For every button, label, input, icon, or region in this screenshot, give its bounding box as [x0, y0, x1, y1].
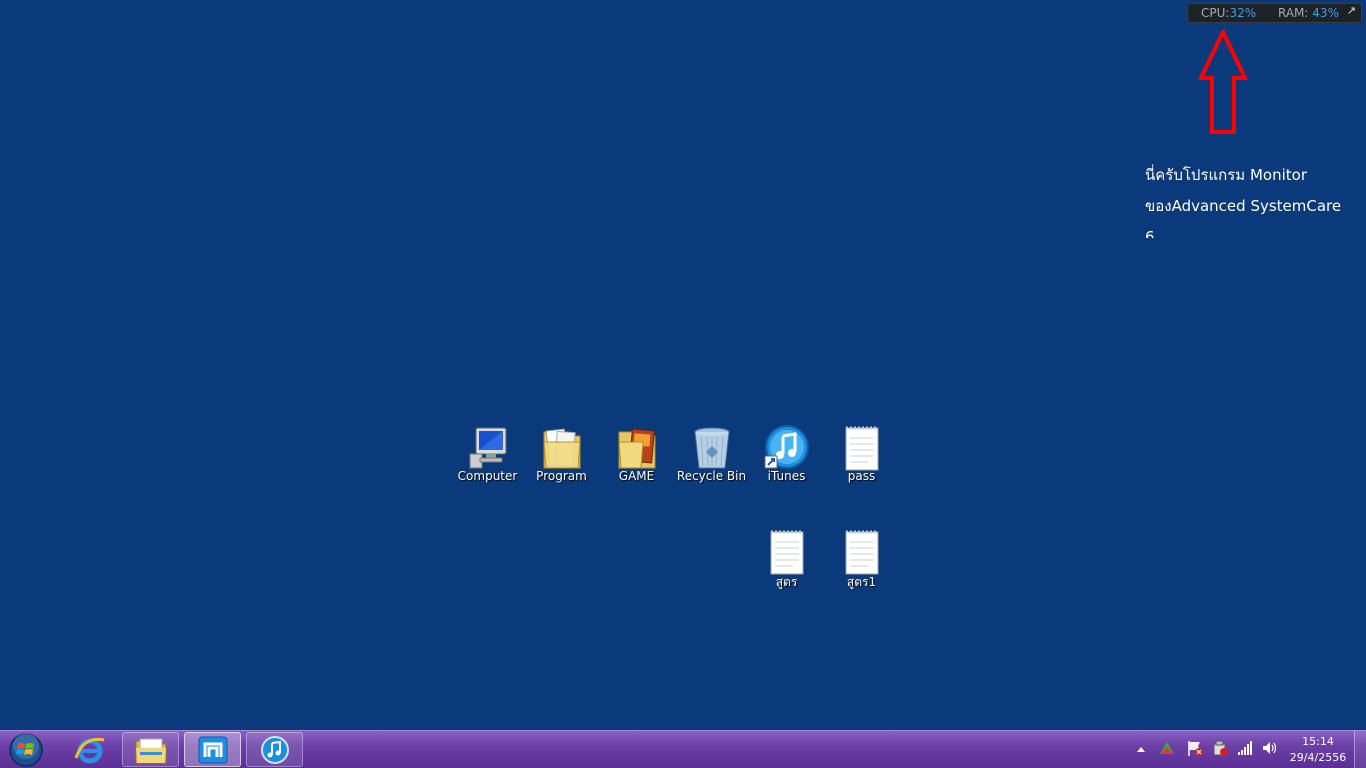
taskbar-internet-explorer[interactable] [61, 732, 118, 767]
taskbar-itunes[interactable] [246, 732, 303, 767]
desktop-icon-label: Program [536, 469, 587, 483]
desktop-icon-label: สูตร [775, 575, 798, 589]
advanced-systemcare-icon[interactable] [1158, 739, 1176, 757]
expand-icon[interactable]: ↗ [1347, 4, 1356, 17]
removable-device-icon[interactable] [1211, 739, 1229, 757]
desktop-icon-label: Recycle Bin [676, 469, 747, 483]
computer-icon [469, 427, 506, 469]
start-button[interactable] [6, 732, 46, 768]
arrow-up-icon [1197, 30, 1249, 134]
annotation-line: 6 [1145, 228, 1155, 238]
internet-explorer-icon [74, 737, 104, 763]
windows-explorer-icon [135, 738, 166, 763]
ram-label: RAM: [1278, 6, 1309, 20]
itunes-icon [260, 735, 289, 764]
cpu-label: CPU: [1201, 6, 1230, 20]
annotation-text: นี่ครับโปรแกรม Monitor ของAdvanced Syste… [1145, 160, 1350, 238]
taskbar: 15:14 29/4/2556 [0, 730, 1366, 768]
desktop-icon-formula1[interactable]: สูตร1 [824, 528, 899, 608]
desktop[interactable]: CPU:32% RAM: 43% ↗ นี่ครับโปรแกรม Monito… [0, 0, 1366, 730]
desktop-icon-formula[interactable]: สูตร [749, 528, 824, 608]
desktop-icon-label: pass [847, 469, 876, 483]
desktop-icon-game[interactable]: GAME [599, 424, 674, 504]
cpu-usage: CPU:32% [1201, 6, 1256, 20]
text-file-icon [845, 426, 878, 471]
action-center-icon[interactable] [1186, 739, 1204, 757]
taskbar-maxthon[interactable] [184, 732, 241, 767]
ram-usage: RAM: 43% [1278, 6, 1339, 20]
recycle-bin-icon [694, 427, 729, 469]
desktop-icon-recycle-bin[interactable]: Recycle Bin [674, 424, 749, 504]
system-monitor-widget[interactable]: CPU:32% RAM: 43% ↗ [1187, 3, 1362, 23]
network-signal-icon[interactable] [1236, 739, 1254, 757]
text-file-icon [845, 530, 878, 575]
show-hidden-icons-arrow[interactable] [1135, 745, 1147, 753]
show-desktop-button[interactable] [1354, 731, 1366, 768]
folder-icon [617, 428, 655, 469]
desktop-icon-pass[interactable]: pass [824, 424, 899, 504]
desktop-icon-program[interactable]: Program [524, 424, 599, 504]
maxthon-icon [198, 736, 227, 763]
desktop-icon-itunes[interactable]: iTunes [749, 424, 824, 504]
desktop-icon-computer[interactable]: Computer [450, 424, 525, 504]
annotation-line: ของAdvanced SystemCare [1145, 197, 1342, 215]
desktop-icon-label: Computer [457, 469, 518, 483]
system-clock[interactable]: 15:14 29/4/2556 [1278, 734, 1358, 766]
volume-icon[interactable] [1261, 739, 1279, 757]
desktop-icon-label: GAME [618, 469, 655, 483]
text-file-icon [770, 530, 803, 575]
annotation-line: นี่ครับโปรแกรม Monitor [1145, 166, 1307, 184]
itunes-icon [764, 425, 809, 469]
clock-time: 15:14 [1302, 735, 1334, 748]
desktop-icon-label: iTunes [767, 469, 806, 483]
ram-value: 43% [1312, 6, 1339, 20]
folder-icon [542, 428, 581, 469]
clock-date: 29/4/2556 [1289, 751, 1347, 764]
desktop-icon-label: สูตร1 [846, 575, 877, 589]
cpu-value: 32% [1229, 6, 1257, 20]
taskbar-windows-explorer[interactable] [122, 732, 179, 767]
